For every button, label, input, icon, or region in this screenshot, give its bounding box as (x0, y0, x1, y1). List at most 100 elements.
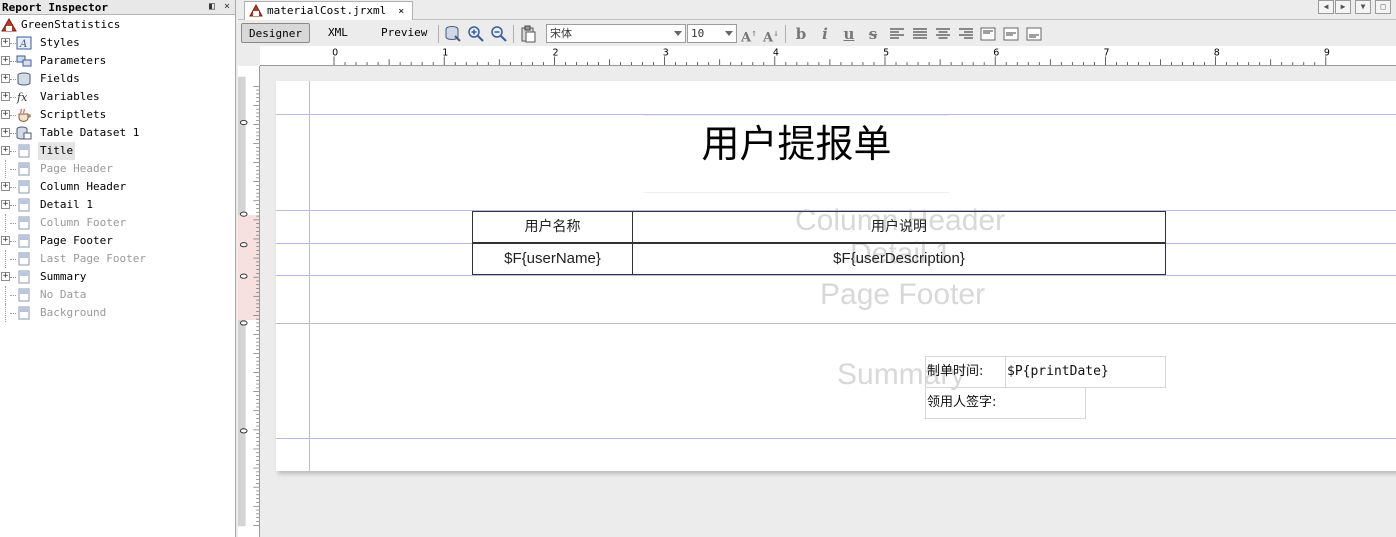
variables-icon: fx (16, 91, 28, 104)
designer-tab[interactable]: Designer (241, 23, 310, 43)
tree-item-background[interactable]: Background (0, 304, 236, 322)
report-file-icon (249, 4, 263, 17)
pin-icon[interactable]: ◧ (206, 0, 218, 14)
tree-item-parameters[interactable]: + Parameters (0, 52, 236, 70)
report-title-textfield[interactable]: 用户提报单 (644, 115, 949, 193)
column-header-user-description[interactable]: 用户说明 (632, 211, 1166, 243)
report-editor: materialCost.jrxml × ◀ ▶ ▼ □ Designer XML… (238, 0, 1396, 537)
align-justify-icon[interactable] (911, 25, 929, 43)
column-header-user-name[interactable]: 用户名称 (472, 211, 633, 243)
align-center-icon[interactable] (934, 25, 952, 43)
align-middle-icon[interactable] (1002, 25, 1020, 43)
paste-icon[interactable] (519, 25, 537, 43)
underline-icon[interactable]: u (840, 25, 858, 43)
band-icon (18, 144, 30, 158)
detail-field-user-name[interactable]: $F{userName} (472, 243, 633, 275)
tree-item-last-page-footer[interactable]: Last Page Footer (0, 250, 236, 268)
tree-item-label: Summary (40, 270, 87, 283)
tree-item-label: Table Dataset 1 (40, 126, 140, 139)
band-marker-icon[interactable] (239, 211, 248, 217)
print-date-field[interactable]: $P{printDate} (1005, 356, 1166, 388)
italic-icon[interactable]: i (816, 25, 834, 43)
report-page[interactable]: Column Header Detail 1 Page Footer Summa… (276, 81, 1396, 471)
align-bottom-icon[interactable] (1025, 25, 1043, 43)
expand-icon[interactable]: + (1, 128, 10, 137)
band-marker-icon[interactable] (239, 320, 248, 326)
bold-icon[interactable]: b (792, 25, 810, 43)
tree-item-label: Detail 1 (40, 198, 93, 211)
tree-item-variables[interactable]: + fx Variables (0, 88, 236, 106)
tree-item-detail-1[interactable]: + Detail 1 (0, 196, 236, 214)
tab-list-icon[interactable]: ▼ (1355, 0, 1371, 14)
expand-icon[interactable]: + (1, 56, 10, 65)
expand-icon[interactable]: + (1, 200, 10, 209)
dataset-icon (16, 126, 32, 140)
decrease-font-icon[interactable]: A↓ (762, 25, 780, 45)
increase-font-icon[interactable]: A↑ (740, 25, 758, 45)
band-marker-icon[interactable] (239, 242, 248, 248)
strikethrough-icon[interactable]: s (864, 25, 882, 43)
font-size-combo[interactable]: 10 (687, 24, 737, 43)
ruler-label: 8 (1214, 48, 1220, 59)
tree-item-label: Background (40, 306, 107, 319)
close-icon[interactable]: × (221, 0, 233, 14)
band-marker-icon[interactable] (239, 119, 248, 126)
tree-connector (5, 214, 6, 232)
band-marker-icon[interactable] (239, 273, 248, 279)
horizontal-ruler: 0 1 2 3 4 5 6 7 8 9 (260, 46, 1396, 66)
tree-root[interactable]: GreenStatistics (0, 16, 236, 34)
detail-field-user-description[interactable]: $F{userDescription} (632, 243, 1166, 275)
tree-item-title[interactable]: + Title (0, 142, 236, 160)
zoom-in-icon[interactable] (467, 25, 485, 43)
tree-root-label: GreenStatistics (21, 18, 121, 31)
expand-icon[interactable]: + (1, 38, 10, 47)
parameters-icon (16, 55, 32, 67)
tree-item-column-footer[interactable]: Column Footer (0, 214, 236, 232)
tree-item-summary[interactable]: + Summary (0, 268, 236, 286)
expand-icon[interactable]: + (1, 236, 10, 245)
expand-icon[interactable]: + (1, 92, 10, 101)
expand-icon[interactable]: + (1, 110, 10, 119)
preview-tab[interactable]: Preview (374, 23, 434, 43)
expand-icon[interactable]: + (1, 146, 10, 155)
align-right-icon[interactable] (957, 25, 975, 43)
tree-item-fields[interactable]: + Fields (0, 70, 236, 88)
chevron-down-icon (674, 31, 682, 36)
editor-toolbar: Designer XML Preview 宋体 10 A↑ A↓ b i u s (238, 21, 1396, 46)
expand-icon[interactable]: + (1, 182, 10, 191)
band-icon (18, 216, 30, 230)
styles-icon: A (16, 36, 32, 50)
xml-tab[interactable]: XML (321, 23, 355, 43)
tree-connector (5, 286, 6, 304)
tree-item-table-dataset-1[interactable]: + Table Dataset 1 (0, 124, 236, 142)
tree-item-scriptlets[interactable]: + Scriptlets (0, 106, 236, 124)
page-footer-band-bottom[interactable] (276, 323, 1396, 324)
design-canvas[interactable]: Column Header Detail 1 Page Footer Summa… (260, 66, 1396, 537)
tree-item-styles[interactable]: + A Styles (0, 34, 236, 52)
expand-icon[interactable]: + (1, 74, 10, 83)
tree-item-page-header[interactable]: Page Header (0, 160, 236, 178)
scroll-right-icon[interactable]: ▶ (1335, 0, 1351, 14)
tree-item-label: Page Header (40, 162, 113, 175)
toolbar-separator (785, 25, 786, 43)
font-name-combo[interactable]: 宋体 (546, 24, 686, 43)
tree-item-page-footer[interactable]: + Page Footer (0, 232, 236, 250)
print-date-label[interactable]: 制单时间: (925, 356, 1006, 388)
ruler-label: 3 (663, 48, 669, 59)
scroll-left-icon[interactable]: ◀ (1318, 0, 1334, 14)
expand-icon[interactable]: + (1, 272, 10, 281)
align-top-icon[interactable] (979, 25, 997, 43)
ruler-label: 7 (1104, 48, 1110, 59)
band-marker-icon[interactable] (239, 428, 248, 434)
document-tab[interactable]: materialCost.jrxml × (244, 1, 414, 20)
summary-band-bottom[interactable] (276, 438, 1396, 439)
tree-item-column-header[interactable]: + Column Header (0, 178, 236, 196)
maximize-icon[interactable]: □ (1375, 0, 1391, 14)
detail-band-bottom[interactable] (276, 275, 1396, 276)
datasource-icon[interactable] (444, 25, 462, 43)
tree-item-no-data[interactable]: No Data (0, 286, 236, 304)
signature-label[interactable]: 领用人签字: (925, 387, 1086, 419)
align-left-icon[interactable] (888, 25, 906, 43)
zoom-out-icon[interactable] (490, 25, 508, 43)
tab-close-icon[interactable]: × (398, 6, 404, 17)
